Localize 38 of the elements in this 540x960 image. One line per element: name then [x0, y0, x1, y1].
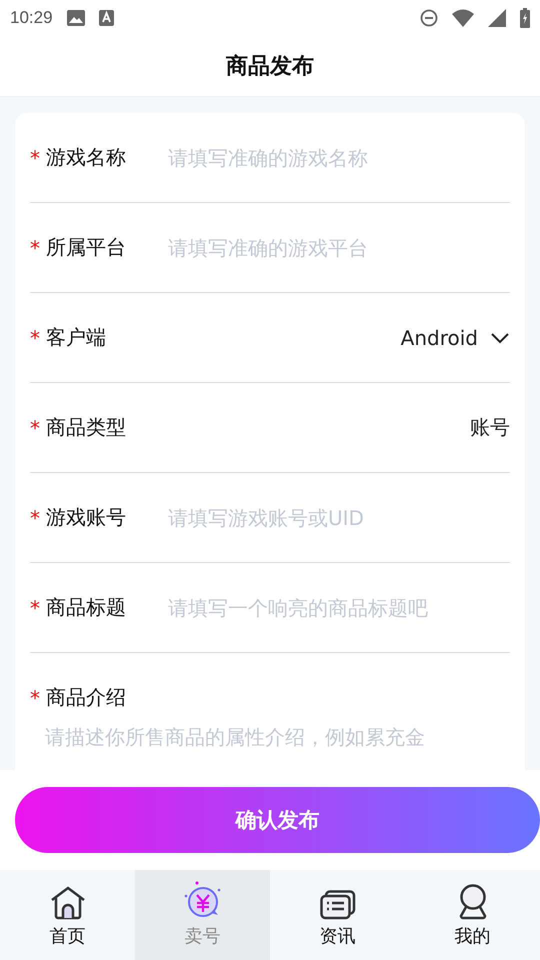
yuan-coin-icon	[182, 880, 222, 920]
field-label: 所属平台	[46, 234, 127, 261]
required-mark: *	[30, 506, 41, 530]
home-icon	[50, 886, 86, 920]
client-select[interactable]: Android	[400, 326, 510, 350]
person-icon	[458, 884, 488, 920]
signal-icon	[488, 9, 506, 27]
wifi-icon	[452, 9, 474, 27]
image-icon	[66, 10, 85, 26]
input-field[interactable]: 请填写一个响亮的商品标题吧	[168, 596, 510, 620]
submit-button[interactable]: 确认发布	[15, 787, 540, 853]
field-value: 账号	[470, 414, 510, 441]
required-mark: *	[30, 416, 41, 440]
description-field[interactable]: 请描述你所售商品的属性介绍，例如累充金	[30, 720, 510, 758]
chevron-down-icon	[490, 332, 510, 344]
required-mark: *	[30, 236, 41, 260]
field-label: 商品介绍	[46, 684, 127, 711]
font-icon	[98, 10, 114, 26]
required-mark: *	[30, 596, 41, 620]
status-time: 10:29	[10, 8, 53, 28]
field-label: 客户端	[46, 324, 107, 351]
do-not-disturb-icon	[420, 9, 438, 27]
page-title: 商品发布	[226, 53, 314, 81]
required-mark: *	[30, 686, 41, 710]
battery-icon	[520, 8, 530, 28]
field-label: 游戏名称	[46, 144, 127, 171]
tab[interactable]: 资讯	[270, 870, 405, 960]
input-field[interactable]: 请填写游戏账号或UID	[168, 506, 510, 530]
tab[interactable]: 首页	[0, 870, 135, 960]
input-field[interactable]: 请填写准确的游戏平台	[168, 236, 510, 260]
required-mark: *	[30, 146, 41, 170]
required-mark: *	[30, 326, 41, 350]
field-label: 游戏账号	[46, 504, 127, 531]
input-field[interactable]: 请填写准确的游戏名称	[168, 146, 510, 170]
tab[interactable]: 我的	[405, 870, 540, 960]
field-label: 商品类型	[46, 414, 127, 441]
news-list-icon	[320, 890, 356, 920]
field-label: 商品标题	[46, 594, 127, 621]
